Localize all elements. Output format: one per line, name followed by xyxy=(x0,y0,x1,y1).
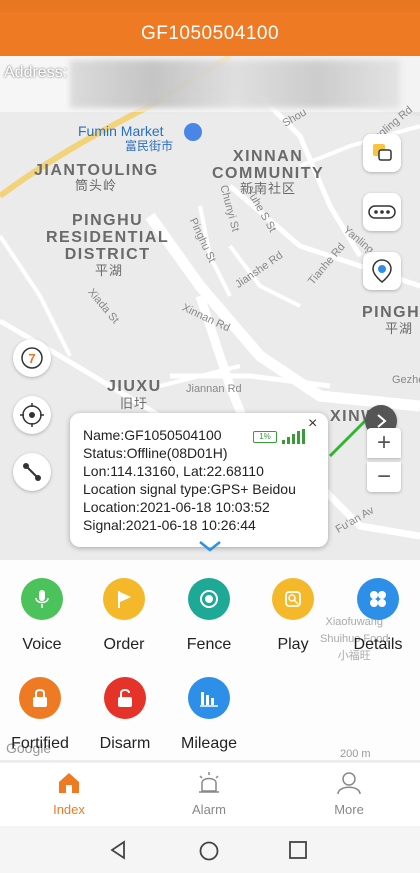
popup-name: Name:GF1050504100 xyxy=(83,427,222,443)
page-title: GF1050504100 xyxy=(140,23,280,44)
tab-index[interactable]: Index xyxy=(19,771,119,817)
map-label-fumin-market-cn: 富民街市 xyxy=(125,139,174,153)
popup-signal-type: Location signal type:GPS+ Beidou xyxy=(83,481,296,497)
fence-button[interactable]: Fence xyxy=(167,578,251,654)
map-more-button[interactable] xyxy=(363,193,401,231)
order-label: Order xyxy=(103,636,145,653)
back-icon[interactable] xyxy=(108,840,128,860)
map-label-pinghu-residential: PINGHU RESIDENTIAL DISTRICT xyxy=(46,212,170,263)
order-button[interactable]: Order xyxy=(82,578,166,654)
voice-label: Voice xyxy=(22,636,62,653)
crosshair-icon xyxy=(20,403,44,427)
tab-more[interactable]: More xyxy=(299,771,399,817)
home-icon xyxy=(59,773,79,793)
mileage-button[interactable]: Mileage xyxy=(167,677,251,753)
status-bar xyxy=(0,0,420,12)
microphone-icon xyxy=(21,578,63,620)
tab-alarm[interactable]: Alarm xyxy=(159,771,259,817)
voice-button[interactable]: Voice xyxy=(0,578,84,654)
map-label-pinghu-residential-cn: 平湖 xyxy=(95,263,124,278)
address-value-redacted xyxy=(70,60,400,108)
fortified-label: Fortified xyxy=(11,735,69,752)
details-label: Details xyxy=(353,636,403,653)
details-button[interactable]: Details xyxy=(336,578,420,654)
play-button[interactable]: Play xyxy=(251,578,335,654)
fence-label: Fence xyxy=(186,636,232,653)
disarm-label: Disarm xyxy=(99,735,151,752)
replay-button[interactable]: 7 xyxy=(13,339,51,377)
map-scale-label: 200 m xyxy=(340,748,371,760)
zoom-in-button[interactable]: + xyxy=(367,428,401,458)
map-label-jiuxu: JIUXU xyxy=(107,378,162,395)
recents-icon[interactable] xyxy=(288,840,308,860)
lock-icon xyxy=(19,677,61,719)
map-label-jiuxu-cn: 旧圩 xyxy=(120,396,149,411)
popup-signal-time: Signal:2021-06-18 10:26:44 xyxy=(83,517,256,533)
system-nav-bar xyxy=(0,826,420,873)
disarm-button[interactable]: Disarm xyxy=(83,677,167,753)
unlock-icon xyxy=(104,677,146,719)
header-bar: GF1050504100 xyxy=(0,12,420,56)
fence-icon xyxy=(188,578,230,620)
map-label-pinghu: PINGHU xyxy=(362,304,420,321)
bottom-tab-bar: Index Alarm More xyxy=(0,762,420,827)
device-info-popup: Name:GF1050504100 Status:Offline(08D01H)… xyxy=(70,413,328,547)
popup-status: Status:Offline(08D01H) xyxy=(83,445,228,461)
route-icon xyxy=(23,463,41,481)
map-location-button[interactable] xyxy=(363,252,401,290)
map-label-xinnan: XINNAN COMMUNITY xyxy=(212,148,325,182)
zoom-out-button[interactable]: − xyxy=(367,462,401,492)
tab-index-label: Index xyxy=(53,802,85,817)
fortified-button[interactable]: Fortified xyxy=(0,677,82,753)
home-circle-icon[interactable] xyxy=(198,840,220,862)
mileage-label: Mileage xyxy=(180,735,238,752)
playback-icon xyxy=(272,578,314,620)
tab-alarm-label: Alarm xyxy=(192,802,226,817)
collapse-chevron-icon[interactable] xyxy=(198,538,222,554)
popup-lonlat: Lon:114.13160, Lat:22.68110 xyxy=(83,463,264,479)
map-label-jiannan-rd: Jiannan Rd xyxy=(186,383,242,395)
alarm-icon xyxy=(199,772,219,793)
measure-button[interactable] xyxy=(13,453,51,491)
map-label-gezhe: Gezhe xyxy=(392,374,420,386)
chevron-right-icon xyxy=(377,414,387,428)
tab-more-label: More xyxy=(334,802,364,817)
locate-button[interactable] xyxy=(13,396,51,434)
map-label-pinghu-cn: 平湖 xyxy=(385,321,414,336)
flag-icon xyxy=(103,578,145,620)
popup-close-button[interactable]: × xyxy=(308,415,317,433)
more-dots-icon xyxy=(368,205,396,219)
user-icon xyxy=(337,772,361,795)
location-pin-icon xyxy=(372,259,392,283)
map-layer-button[interactable] xyxy=(363,134,401,172)
address-label: Address: xyxy=(4,64,68,81)
layers-icon xyxy=(373,144,392,161)
details-icon xyxy=(357,578,399,620)
chart-icon xyxy=(188,677,230,719)
battery-badge: 1% xyxy=(253,431,277,443)
signal-strength-icon xyxy=(282,429,305,444)
popup-location-time: Location:2021-06-18 10:03:52 xyxy=(83,499,270,515)
replay-number: 7 xyxy=(28,350,36,366)
play-label: Play xyxy=(277,636,309,653)
map-label-jiantouling-cn: 筒头岭 xyxy=(75,178,118,193)
